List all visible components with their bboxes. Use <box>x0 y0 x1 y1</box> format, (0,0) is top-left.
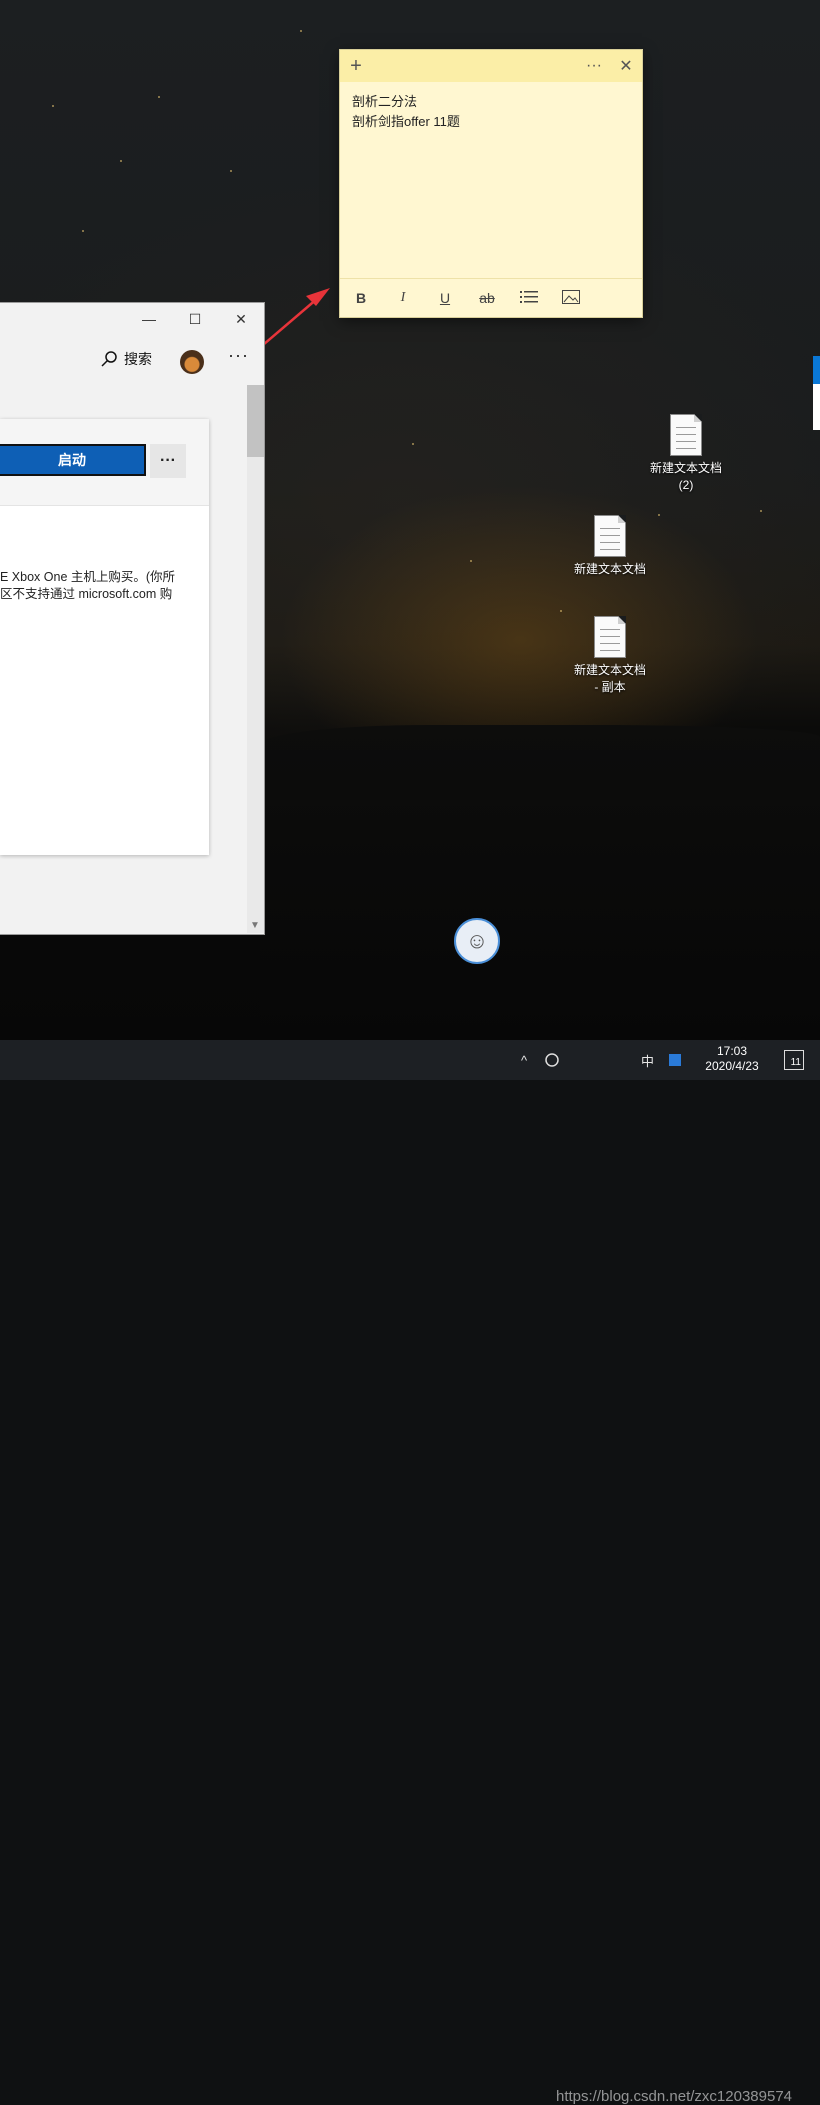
strikethrough-button[interactable]: ab <box>466 290 508 306</box>
taskbar: ^ 中 17:03 2020/4/23 11 https://blog.csdn… <box>0 1040 820 2105</box>
desktop-icon-text-file[interactable]: 新建文本文档 - 副本 <box>565 616 655 696</box>
desktop-icon-label: 新建文本文档 <box>649 461 722 475</box>
vertical-scrollbar[interactable]: ▼ <box>247 385 264 933</box>
notification-count: 11 <box>790 1057 801 1068</box>
offscreen-window-edge[interactable] <box>813 356 820 430</box>
store-window[interactable]: — ☐ ✕ 搜索 ··· 启动 ··· E Xbox One 主机上购买。(你所… <box>0 302 265 935</box>
note-menu-button[interactable]: ··· <box>578 50 610 82</box>
desktop-icon-label: 新建文本文档 <box>573 562 646 576</box>
desktop-icon-text-file[interactable]: 新建文本文档 (2) <box>641 414 731 494</box>
clock-time: 17:03 <box>716 1044 748 1058</box>
system-clock[interactable]: 17:03 2020/4/23 <box>700 1044 764 1074</box>
store-nav-bar: 搜索 ··· <box>0 335 264 385</box>
penguin-icon: ☺ <box>465 928 489 953</box>
text-document-icon <box>594 515 626 557</box>
search-icon <box>101 351 117 367</box>
sticky-note[interactable]: + ··· ✕ 剖析二分法 剖析剑指offer 11题 B I U ab <box>340 50 642 317</box>
desktop-icon-text-file[interactable]: 新建文本文档 <box>565 515 655 578</box>
desktop-icon-label: (2) <box>678 478 694 492</box>
note-line: 剖析二分法 <box>352 94 418 109</box>
ime-label: 中 <box>641 1053 655 1069</box>
note-line: 剖析剑指offer 11题 <box>352 114 460 129</box>
ellipsis-icon: ··· <box>586 57 602 74</box>
description-line: 区不支持通过 microsoft.com 购 <box>0 587 173 601</box>
text-document-icon <box>670 414 702 456</box>
close-note-button[interactable]: ✕ <box>610 50 642 82</box>
tray-app-icon[interactable] <box>668 1040 682 1080</box>
italic-button[interactable]: I <box>382 290 424 306</box>
bold-button[interactable]: B <box>340 290 382 306</box>
sticky-note-header[interactable]: + ··· ✕ <box>340 50 642 82</box>
qq-floating-icon[interactable]: ☺ <box>454 918 500 964</box>
sticky-note-toolbar: B I U ab <box>340 278 642 317</box>
clock-date: 2020/4/23 <box>705 1059 759 1073</box>
image-icon <box>562 289 580 304</box>
search-button[interactable]: 搜索 <box>100 349 152 369</box>
close-icon: ✕ <box>619 58 633 75</box>
scrollbar-thumb[interactable] <box>247 385 264 457</box>
window-titlebar[interactable]: — ☐ ✕ <box>0 303 264 335</box>
search-label: 搜索 <box>124 351 152 367</box>
scroll-down-icon[interactable]: ▼ <box>250 920 260 931</box>
shield-icon <box>669 1054 681 1066</box>
action-center-button[interactable]: 11 <box>784 1050 804 1070</box>
description-line: E Xbox One 主机上购买。(你所 <box>0 570 176 584</box>
underline-button[interactable]: U <box>424 290 466 306</box>
desktop-icon-label: 新建文本文档 <box>573 663 646 677</box>
insert-image-button[interactable] <box>550 289 592 307</box>
watermark-url: https://blog.csdn.net/zxc120389574 <box>556 2088 793 2105</box>
bullets-button[interactable] <box>508 290 550 306</box>
sticky-note-text[interactable]: 剖析二分法 剖析剑指offer 11题 <box>340 82 642 142</box>
avatar[interactable] <box>180 350 204 374</box>
ime-indicator[interactable]: 中 <box>641 1040 654 1080</box>
network-icon <box>545 1053 559 1067</box>
product-card: 启动 ··· E Xbox One 主机上购买。(你所 区不支持通过 micro… <box>0 419 209 855</box>
chevron-up-icon: ^ <box>521 1052 528 1068</box>
list-icon <box>520 291 538 303</box>
see-more-button[interactable]: ··· <box>228 345 249 366</box>
text-document-icon <box>594 616 626 658</box>
add-note-button[interactable]: + <box>340 50 372 82</box>
tray-network-icon[interactable] <box>544 1040 560 1080</box>
minimize-button[interactable]: — <box>126 303 172 335</box>
close-window-button[interactable]: ✕ <box>218 303 264 335</box>
desktop-icon-label: - 副本 <box>594 680 626 694</box>
launch-button[interactable]: 启动 <box>0 444 146 476</box>
maximize-button[interactable]: ☐ <box>172 303 218 335</box>
product-description: E Xbox One 主机上购买。(你所 区不支持通过 microsoft.co… <box>0 569 200 603</box>
product-more-button[interactable]: ··· <box>150 444 186 478</box>
show-hidden-icons-button[interactable]: ^ <box>521 1040 527 1080</box>
plus-icon: + <box>350 54 362 77</box>
product-action-bar: 启动 ··· <box>0 419 209 506</box>
